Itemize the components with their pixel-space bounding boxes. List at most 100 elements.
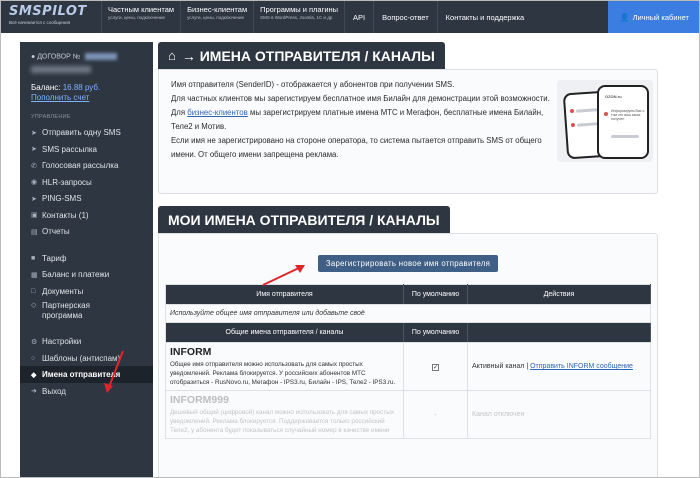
nav-item-title: API: [353, 12, 366, 22]
phone-message-text: Информируем Вас о том что ваш заказ полу…: [611, 109, 645, 121]
info-text-span: Для: [171, 108, 186, 117]
section-title-my-names: МОИ ИМЕНА ОТПРАВИТЕЛЯ / КАНАЛЫ: [158, 206, 450, 233]
table-note: Используйте общее имя отправителя или до…: [165, 304, 651, 323]
column-header-sender-name: Имя отправителя: [165, 284, 404, 305]
site-logo[interactable]: SMSPILOT Всё начинается с сообщения: [1, 1, 101, 33]
sender-cell: INFORM Общее имя отправителя можно испол…: [165, 342, 404, 391]
sidebar-item-reports[interactable]: ▤ Отчеты: [20, 223, 153, 240]
ping-icon: ➤: [31, 195, 37, 203]
sender-names-table: Имя отправителя По умолчанию Действия Ис…: [165, 284, 651, 439]
sidebar-item-label: Голосовая рассылка: [42, 161, 119, 171]
contract-number-redacted: [85, 53, 118, 60]
personal-cabinet-button[interactable]: 👤 Личный кабинет: [607, 1, 699, 33]
balance: Баланс: 16.88 руб.: [31, 83, 153, 92]
tariff-icon: ■: [31, 254, 36, 262]
channel-status: Активный канал: [472, 363, 525, 370]
user-name-redacted: [31, 66, 91, 74]
sidebar-item-label: Документы: [42, 286, 84, 296]
sidebar-item-label: Партнерская программа: [42, 301, 90, 321]
tag-icon: ◆: [31, 371, 37, 379]
nav-business-clients[interactable]: Бизнес-клиентам услуги, цены, подключени…: [180, 1, 253, 33]
balance-value: 16.88 руб.: [62, 83, 101, 93]
default-cell: ✓: [403, 342, 468, 391]
nav-item-title: Программы и плагины: [260, 5, 339, 14]
logo-text: SMSPILOT: [9, 4, 87, 19]
contacts-icon: ▣: [31, 212, 38, 220]
logo-tagline: Всё начинается с сообщения: [9, 20, 71, 25]
sidebar-item-documents[interactable]: □ Документы: [20, 283, 153, 300]
default-checkbox[interactable]: ✓: [432, 364, 439, 371]
sidebar-item-templates[interactable]: ○ Шаблоны (антиспам): [20, 350, 153, 367]
sidebar-item-label: Выход: [42, 386, 66, 396]
phone-icon: ✆: [31, 162, 37, 170]
user-icon: ●: [31, 53, 36, 61]
report-icon: ▤: [31, 228, 38, 236]
sidebar-item-label: Шаблоны (антиспам): [42, 353, 121, 363]
common-names-actions-header: [467, 322, 651, 343]
sender-name: INFORM: [170, 346, 212, 358]
search-icon: ◉: [31, 179, 38, 187]
phone-front-image: OZON.ru Информируем Вас о том что ваш за…: [597, 85, 649, 159]
nav-item-subtitle: услуги, цены, подключение: [187, 15, 245, 20]
table-row: INFORM Общее имя отправителя можно испол…: [165, 342, 651, 391]
sidebar: ● ДОГОВОР № Баланс: 16.88 руб. Пополнить…: [20, 42, 153, 477]
nav-private-clients[interactable]: Частным клиентам услуги, цены, подключен…: [101, 1, 180, 33]
info-paragraph-1: Имя отправителя (SenderID) - отображаетс…: [171, 80, 455, 89]
contract-label: ДОГОВОР №: [37, 53, 81, 61]
gear-icon: ⚙: [31, 338, 38, 346]
send-inform-message-link[interactable]: Отправить INFORM сообщение: [530, 363, 633, 370]
info-paragraph-3: Для бизнес-клиентов мы зарегистрируем пл…: [171, 106, 561, 134]
sidebar-item-send-sms[interactable]: ➤ Отправить одну SMS: [20, 124, 153, 141]
actions-cell: Активный канал | Отправить INFORM сообще…: [467, 342, 651, 391]
sidebar-item-voice-broadcast[interactable]: ✆ Голосовая рассылка: [20, 157, 153, 174]
sidebar-item-label: Отправить одну SMS: [42, 128, 121, 138]
sender-description: Общее имя отправителя можно использовать…: [170, 361, 396, 386]
nav-item-title: Вопрос-ответ: [382, 12, 429, 22]
my-names-panel: Зарегистрировать новое имя отправителя И…: [158, 233, 658, 477]
cabinet-label: Личный кабинет: [632, 12, 689, 22]
sidebar-section-manage: УПРАВЛЕНИЕ: [31, 114, 71, 121]
info-paragraph-2: Для частных клиентов мы зарегистируем бе…: [171, 94, 550, 103]
sidebar-item-partner[interactable]: ◇ Партнерская программа: [20, 299, 153, 325]
paper-plane-icon: ➤: [31, 146, 37, 154]
topup-link[interactable]: Пополнить счет: [31, 93, 153, 102]
browser-frame: SMSPILOT Всё начинается с сообщения Част…: [0, 0, 700, 478]
sidebar-item-label: HLR-запросы: [42, 177, 92, 187]
sidebar-item-settings[interactable]: ⚙ Настройки: [20, 333, 153, 350]
sidebar-item-hlr[interactable]: ◉ HLR-запросы: [20, 174, 153, 191]
paper-plane-icon: ➤: [31, 129, 37, 137]
register-sender-name-button[interactable]: Зарегистрировать новое имя отправителя: [317, 255, 499, 272]
sidebar-item-label: Тариф: [42, 253, 67, 263]
section-title-text: МОИ ИМЕНА ОТПРАВИТЕЛЯ / КАНАЛЫ: [168, 211, 440, 228]
home-icon[interactable]: ⌂: [168, 48, 176, 63]
sidebar-item-ping-sms[interactable]: ➤ PING-SMS: [20, 190, 153, 207]
page-title: ⌂ → ИМЕНА ОТПРАВИТЕЛЯ / КАНАЛЫ: [158, 42, 445, 69]
sidebar-item-label: SMS рассылка: [42, 144, 97, 154]
main-content: ⌂ → ИМЕНА ОТПРАВИТЕЛЯ / КАНАЛЫ Имя отпра…: [158, 42, 658, 477]
sidebar-item-balance-payments[interactable]: ▦ Баланс и платежи: [20, 266, 153, 283]
channel-status: Канал отключен: [472, 411, 525, 418]
table-header-row: Имя отправителя По умолчанию Действия: [165, 284, 651, 305]
nav-item-title: Бизнес-клиентам: [187, 5, 248, 14]
nav-faq[interactable]: Вопрос-ответ: [373, 1, 437, 33]
phone-sender-name: OZON.ru: [605, 94, 622, 99]
business-clients-link[interactable]: бизнес-клиентов: [187, 108, 248, 117]
sidebar-item-contacts[interactable]: ▣ Контакты (1): [20, 207, 153, 224]
sidebar-item-sender-names[interactable]: ◆ Имена отправителя: [20, 366, 153, 383]
user-icon: 👤: [619, 12, 630, 22]
nav-programs-plugins[interactable]: Программы и плагины SMS в WordPress, Joo…: [253, 1, 344, 33]
exit-icon: ➜: [31, 388, 37, 396]
sidebar-item-exit[interactable]: ➜ Выход: [20, 383, 153, 400]
sidebar-item-label: PING-SMS: [42, 194, 82, 204]
sidebar-item-sms-broadcast[interactable]: ➤ SMS рассылка: [20, 141, 153, 158]
column-header-default: По умолчанию: [403, 284, 468, 305]
separator: |: [526, 363, 529, 370]
document-icon: □: [31, 287, 36, 295]
sidebar-item-tariff[interactable]: ■ Тариф: [20, 250, 153, 267]
nav-contacts[interactable]: Контакты и поддержка: [436, 1, 533, 33]
nav-api[interactable]: API: [344, 1, 373, 33]
default-cell: -: [403, 390, 468, 439]
common-names-header-row: Общие имена отправителя / каналы По умол…: [165, 322, 651, 343]
table-note-row: Используйте общее имя отправителя или до…: [165, 304, 651, 323]
sender-name: INFORM999: [170, 394, 229, 406]
